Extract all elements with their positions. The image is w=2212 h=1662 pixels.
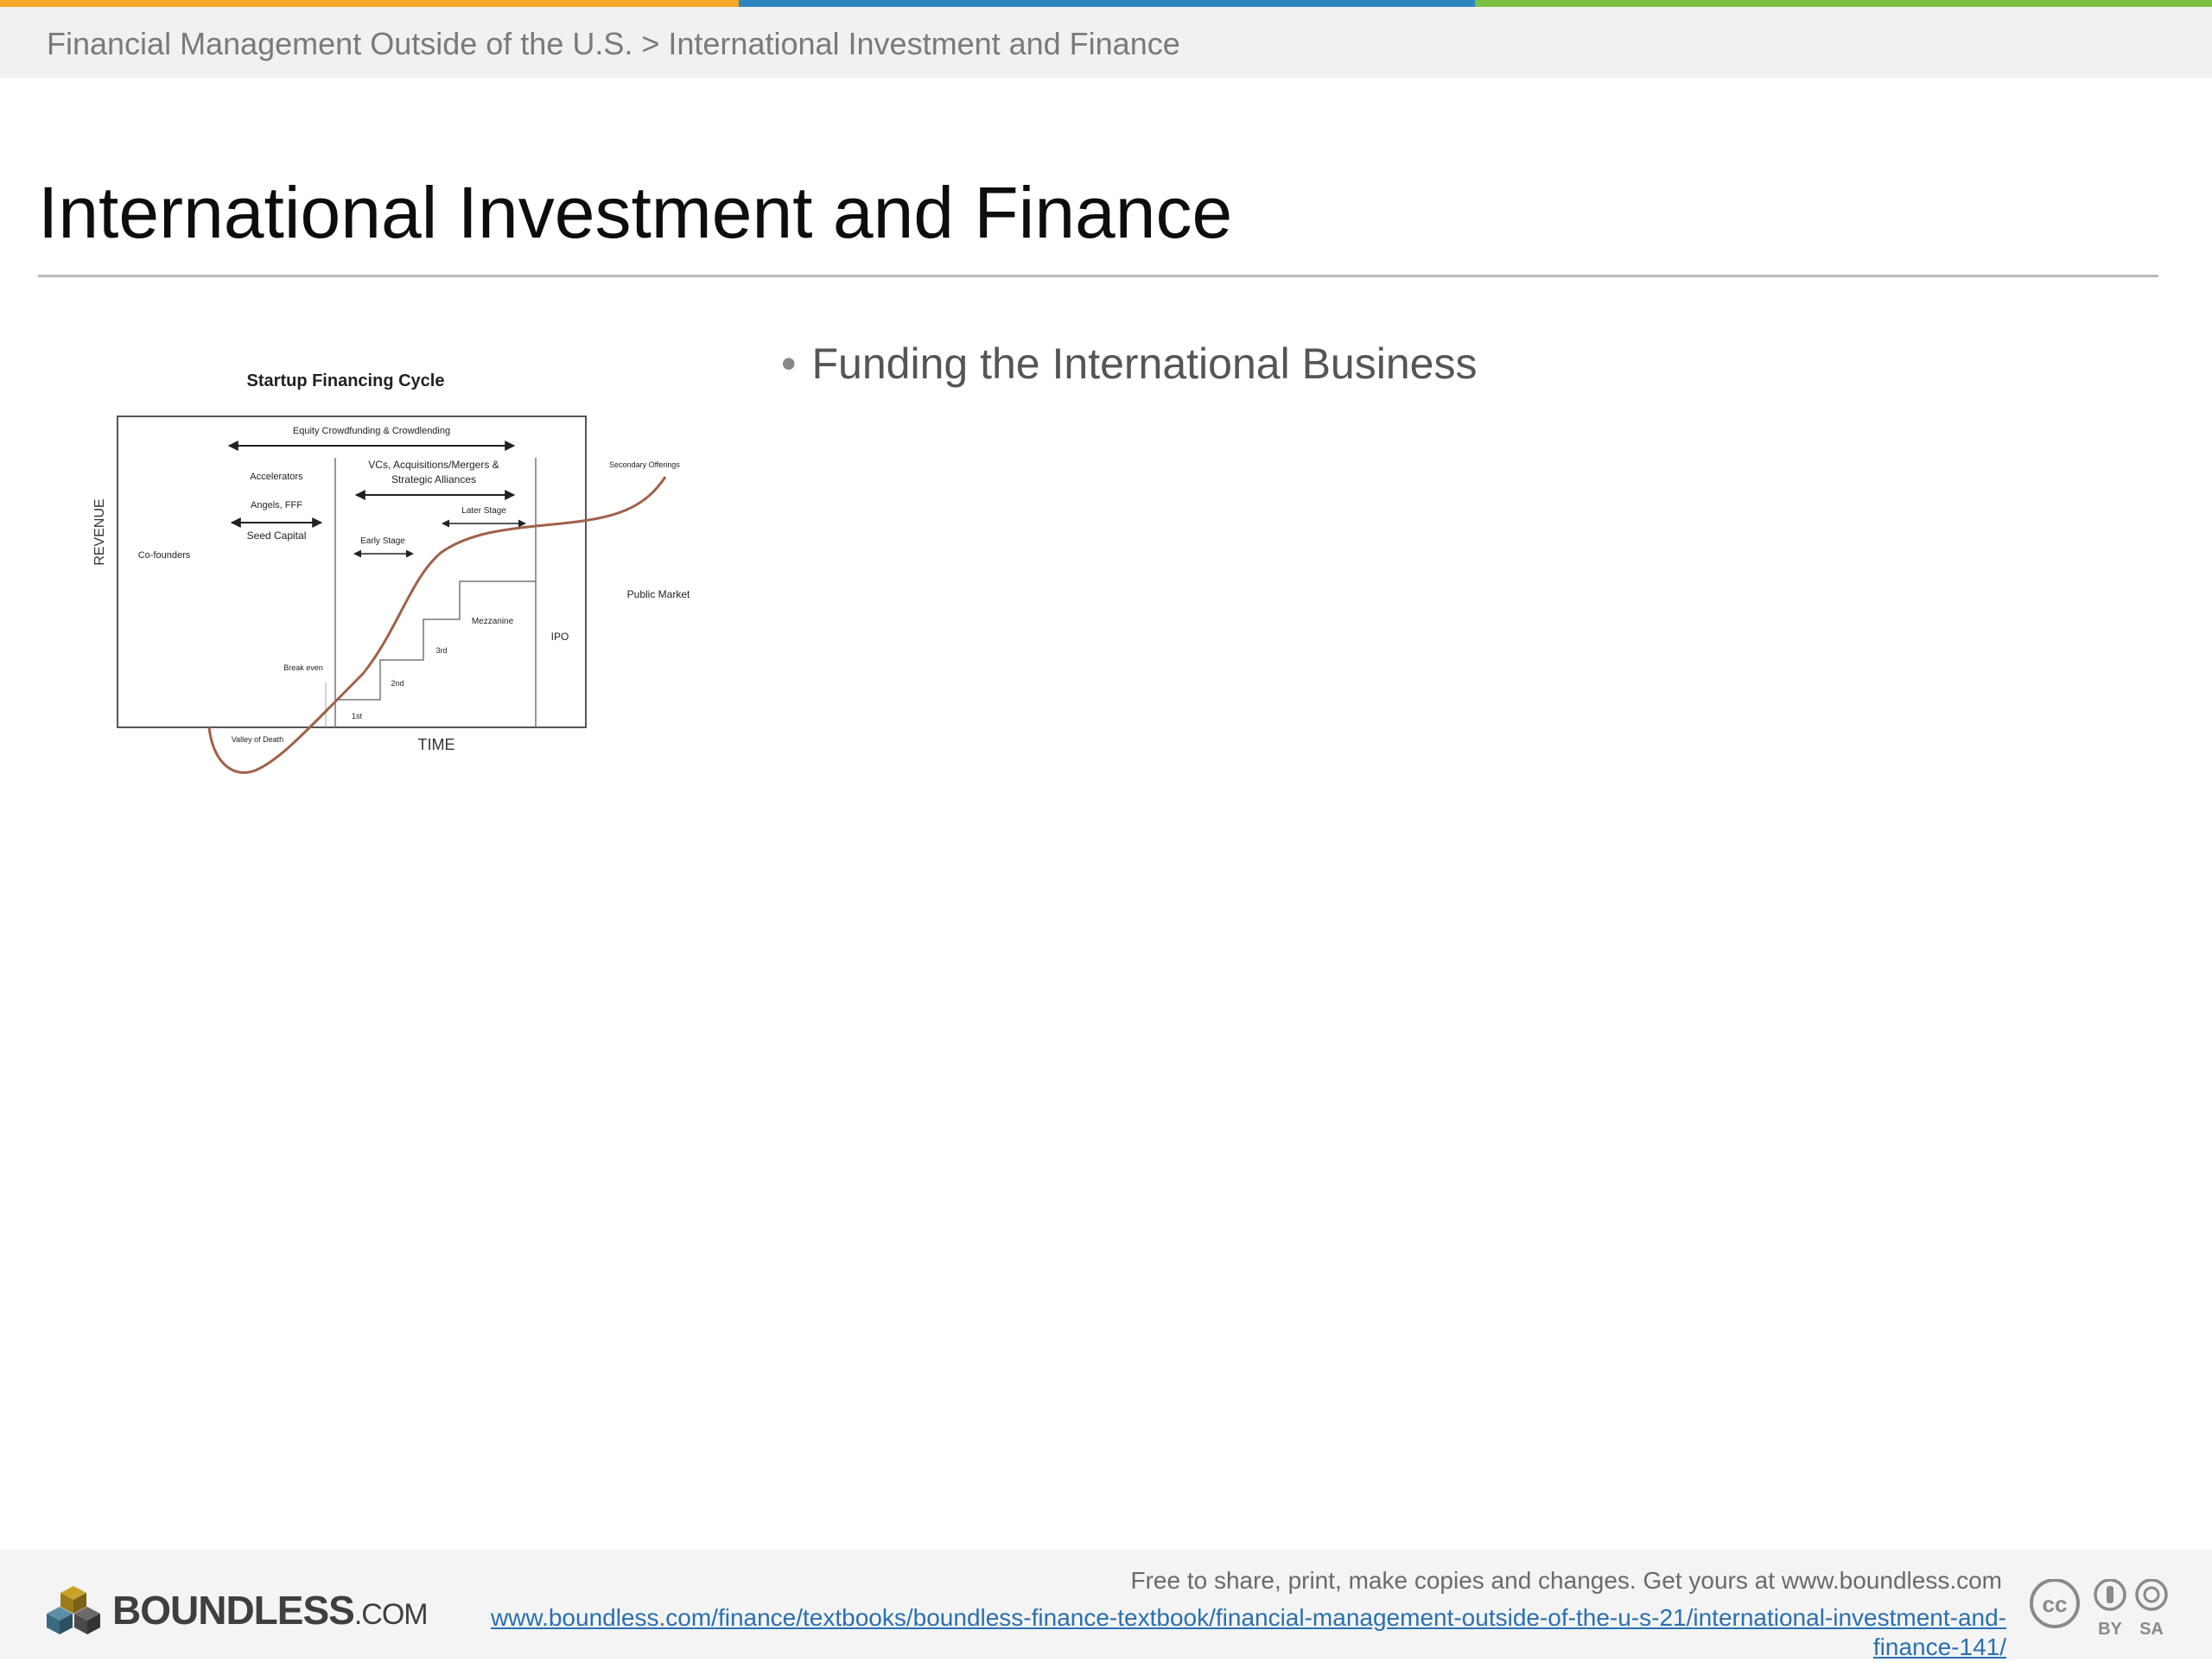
top-bar-green (1475, 0, 2212, 7)
cc-sa-label: SA (2139, 1620, 2164, 1639)
label-mezzanine: Mezzanine (472, 617, 514, 626)
label-later-stage: Later Stage (461, 506, 506, 516)
diagram-title: Startup Financing Cycle (247, 371, 445, 390)
label-seed: Seed Capital (247, 530, 307, 542)
cc-sa-icon (2135, 1579, 2168, 1611)
svg-text:cc: cc (2043, 1591, 2068, 1617)
source-url-link[interactable]: www.boundless.com/finance/textbooks/boun… (451, 1603, 2006, 1662)
logo-suffix-text: .COM (353, 1598, 429, 1631)
logo-main-text: BOUNDLESS (112, 1588, 355, 1633)
diagram-frame (117, 416, 587, 728)
bullet-dot: • (781, 339, 797, 388)
funding-steps (337, 580, 536, 701)
label-equity-crowdfunding: Equity Crowdfunding & Crowdlending (293, 426, 450, 436)
label-second: 2nd (391, 679, 404, 688)
page-title: International Investment and Finance (38, 172, 1233, 253)
share-notice: Free to share, print, make copies and ch… (1130, 1567, 2002, 1594)
top-bar-orange (0, 0, 739, 7)
label-public-market: Public Market (627, 588, 690, 600)
top-bar-blue (739, 0, 1475, 7)
label-cofounders: Co-founders (138, 550, 191, 561)
y-axis-label: REVENUE (92, 498, 107, 565)
cc-by-label: BY (2098, 1620, 2122, 1639)
label-break-even: Break even (283, 663, 323, 672)
footer: BOUNDLESS.COM Free to share, print, make… (0, 1550, 2212, 1662)
label-early-stage: Early Stage (360, 536, 405, 546)
label-ipo: IPO (551, 631, 569, 643)
cube-logo-icon (47, 1586, 100, 1634)
label-angels: Angels, FFF (251, 500, 302, 511)
label-first: 1st (352, 712, 363, 720)
breadcrumb: Financial Management Outside of the U.S.… (47, 26, 1180, 61)
revenue-curve (207, 476, 667, 774)
title-divider (38, 275, 2158, 277)
startup-financing-cycle-diagram: Startup Financing Cycle REVENUE TIME Equ… (92, 371, 690, 774)
logo-wordmark: BOUNDLESS.COM (112, 1587, 429, 1633)
bullet-text: Funding the International Business (811, 339, 1478, 388)
label-vcs-line2: Strategic Alliances (391, 473, 476, 485)
label-third: 3rd (435, 646, 447, 655)
label-secondary-offerings: Secondary Offerings (609, 460, 680, 469)
header-bar: Financial Management Outside of the U.S.… (0, 7, 2212, 78)
label-valley-of-death: Valley of Death (232, 735, 283, 744)
label-accelerators: Accelerators (250, 472, 303, 482)
boundless-logo: BOUNDLESS.COM (47, 1584, 429, 1636)
x-axis-label: TIME (418, 736, 455, 753)
creative-commons-icon: cc BY SA (2030, 1579, 2168, 1639)
top-color-bar (0, 0, 2212, 7)
label-vcs-line1: VCs, Acquisitions/Mergers & (368, 459, 499, 471)
bullet-item: • Funding the International Business (781, 339, 1477, 389)
